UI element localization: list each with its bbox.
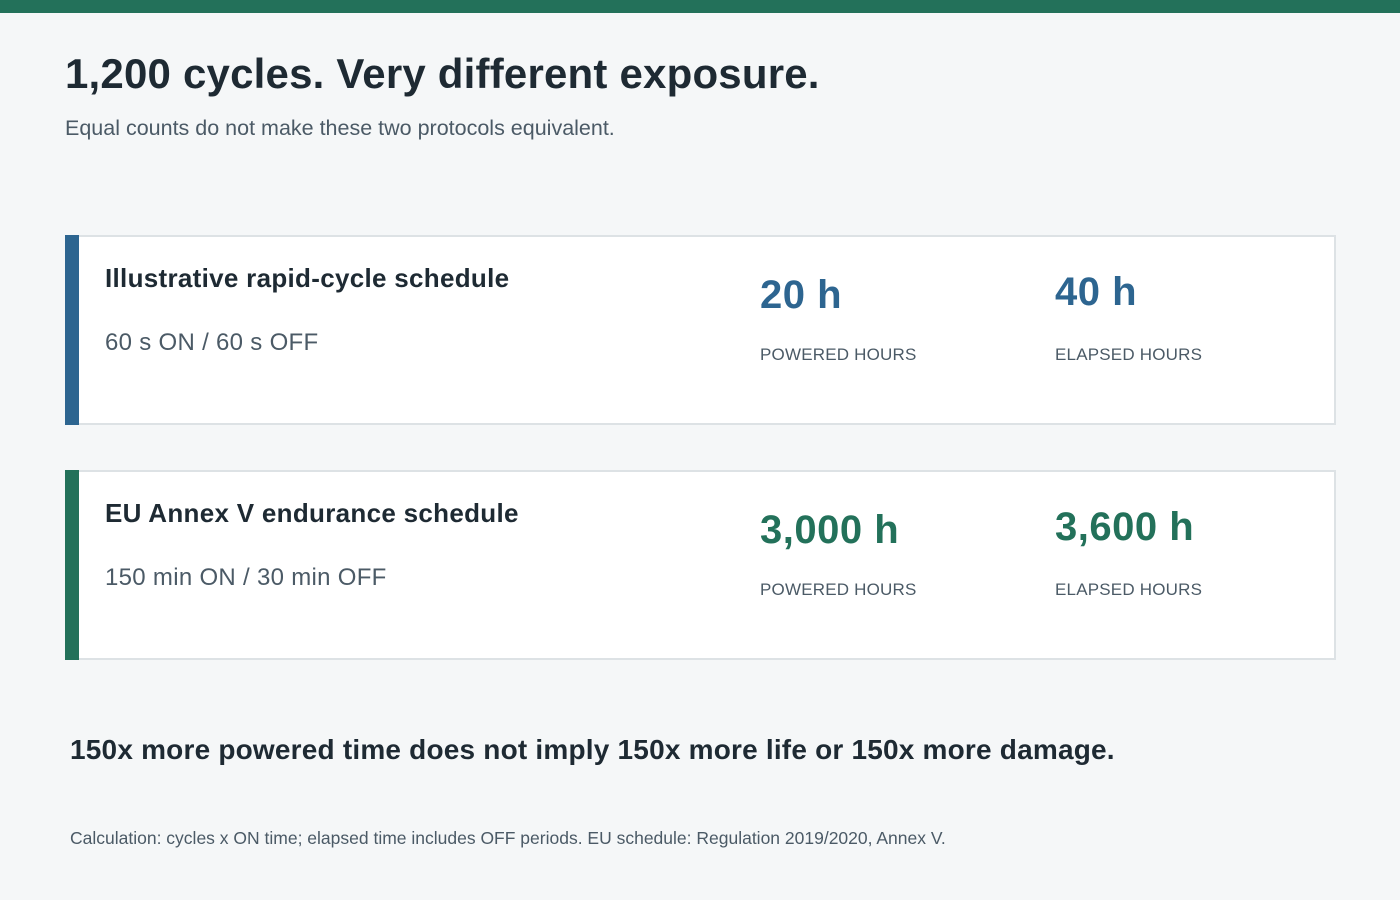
powered-hours-value: 20 h	[760, 273, 843, 317]
card-title: Illustrative rapid-cycle schedule	[105, 263, 510, 293]
card-title: EU Annex V endurance schedule	[105, 498, 519, 528]
top-accent-bar	[0, 0, 1400, 13]
elapsed-hours-label: ELAPSED HOURS	[1055, 580, 1203, 599]
powered-hours-label: POWERED HOURS	[760, 345, 917, 364]
powered-hours-value: 3,000 h	[760, 508, 900, 552]
page-title: 1,200 cycles. Very different exposure.	[65, 50, 820, 97]
card-schedule: 60 s ON / 60 s OFF	[105, 329, 319, 356]
schedule-card-rapid-cycle: Illustrative rapid-cycle schedule 60 s O…	[65, 235, 1336, 425]
conclusion-statement: 150x more powered time does not imply 15…	[70, 734, 1115, 765]
card-schedule: 150 min ON / 30 min OFF	[105, 564, 387, 591]
elapsed-hours-value: 3,600 h	[1055, 505, 1195, 549]
powered-hours-label: POWERED HOURS	[760, 580, 917, 599]
page-subtitle: Equal counts do not make these two proto…	[65, 116, 615, 140]
elapsed-hours-value: 40 h	[1055, 270, 1138, 314]
elapsed-hours-label: ELAPSED HOURS	[1055, 345, 1203, 364]
card-accent-stripe	[65, 470, 79, 660]
card-accent-stripe	[65, 235, 79, 425]
schedule-card-eu-annex-v: EU Annex V endurance schedule 150 min ON…	[65, 470, 1336, 660]
footnote: Calculation: cycles x ON time; elapsed t…	[70, 828, 946, 848]
